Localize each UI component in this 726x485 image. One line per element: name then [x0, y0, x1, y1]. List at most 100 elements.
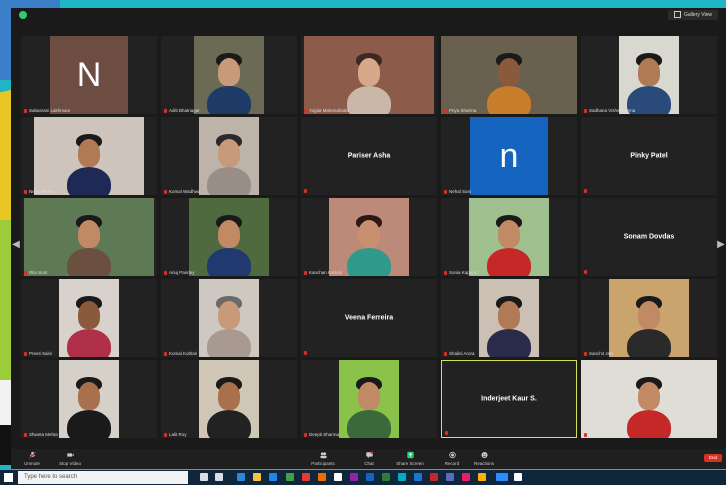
- muted-mic-icon: [584, 270, 587, 274]
- participant-tile[interactable]: Sonam Dovdas: [581, 198, 717, 276]
- participant-tile[interactable]: Komal Kothari: [161, 279, 297, 357]
- powerpoint-icon[interactable]: [318, 473, 326, 481]
- muted-mic-icon: [164, 270, 167, 275]
- participant-video: [194, 36, 264, 114]
- participant-name-label: Sonia Kapoor: [444, 270, 476, 275]
- taskbar-search-input[interactable]: Type here to search: [18, 471, 188, 484]
- task-view-icon[interactable]: [200, 473, 208, 481]
- record-button[interactable]: Record: [435, 451, 469, 466]
- security-shield-icon[interactable]: [19, 11, 27, 19]
- app-icon[interactable]: [398, 473, 406, 481]
- participant-video: [59, 279, 119, 357]
- app-icon[interactable]: [350, 473, 358, 481]
- participant-video: [199, 360, 259, 438]
- participant-name-text: Aditi Bhatnagar: [169, 108, 200, 113]
- share-screen-button[interactable]: Share Screen: [389, 451, 431, 466]
- teams-icon[interactable]: [446, 473, 454, 481]
- chat-button[interactable]: Chat: [352, 451, 386, 466]
- participant-tile[interactable]: Sanchit Jain: [581, 279, 717, 357]
- participant-tile[interactable]: n Nehal Soni: [441, 117, 577, 195]
- muted-mic-icon: [584, 432, 587, 437]
- participant-name-text: Neha Verma: [29, 189, 55, 194]
- muted-mic-icon: [584, 351, 587, 356]
- participant-name-text: Priya Sharma: [449, 108, 477, 113]
- participant-tile[interactable]: Komal Wadhwa: [161, 117, 297, 195]
- store-icon[interactable]: [269, 473, 277, 481]
- participant-name-label: Ritu Soni: [24, 270, 47, 275]
- participant-tile[interactable]: Pinky Patel: [581, 117, 717, 195]
- app-icon[interactable]: [514, 473, 522, 481]
- participant-video: [59, 360, 119, 438]
- participants-button[interactable]: Participants: [303, 451, 343, 466]
- participant-name-label: Nehal Soni: [444, 189, 471, 194]
- muted-mic-icon: [584, 189, 587, 193]
- app-icon[interactable]: [462, 473, 470, 481]
- participant-video: [24, 198, 154, 276]
- share-screen-icon: [406, 451, 414, 459]
- chat-icon: [365, 451, 373, 459]
- excel-icon[interactable]: [286, 473, 294, 481]
- zoom-app-icon[interactable]: [496, 473, 508, 481]
- muted-mic-icon: [24, 108, 27, 113]
- windows-start-icon[interactable]: [4, 473, 13, 482]
- video-camera-icon: [66, 453, 74, 457]
- unmute-button[interactable]: Unmute: [15, 451, 49, 466]
- participant-tile[interactable]: Inderjeet Kaur S.: [441, 360, 577, 438]
- end-meeting-button[interactable]: End: [704, 454, 722, 462]
- participant-name-text: Yogita Mahendiratta: [309, 108, 349, 113]
- participant-display-name: Pinky Patel: [630, 152, 668, 160]
- outlook-icon[interactable]: [414, 473, 422, 481]
- participant-tile[interactable]: Pariser Asha: [301, 117, 437, 195]
- participant-tile[interactable]: Yogita Mahendiratta: [301, 36, 437, 114]
- previous-page-arrow[interactable]: ◀: [12, 236, 20, 254]
- participant-name-text: Shalini Arora: [449, 351, 475, 356]
- participant-tile[interactable]: Sonia Kapoor: [441, 198, 577, 276]
- participant-video: [329, 198, 409, 276]
- muted-mic-icon: [304, 432, 307, 437]
- app-icon[interactable]: [302, 473, 310, 481]
- participant-tile[interactable]: Priya Sharma: [441, 36, 577, 114]
- participant-name-label: Neha Verma: [24, 189, 54, 194]
- participant-tile[interactable]: Neha Verma: [21, 117, 157, 195]
- participant-tile[interactable]: Veena Ferreira: [301, 279, 437, 357]
- edge-browser-icon[interactable]: [237, 473, 245, 481]
- muted-mic-icon: [444, 351, 447, 356]
- participant-name-text: Nehal Soni: [449, 189, 472, 194]
- participant-name-label: Shalini Arora: [444, 351, 475, 356]
- file-explorer-icon[interactable]: [253, 473, 261, 481]
- participant-name-text: Deepti Sharma: [309, 432, 340, 437]
- participant-tile[interactable]: Lalit Roy: [161, 360, 297, 438]
- participant-tile[interactable]: Anuj Pandey: [161, 198, 297, 276]
- gallery-view-button[interactable]: Gallery View: [668, 10, 718, 20]
- participant-tile[interactable]: Shweta Mehta: [21, 360, 157, 438]
- participant-name-label: Aditi Bhatnagar: [164, 108, 200, 113]
- participant-tile[interactable]: Shalini Arora: [441, 279, 577, 357]
- participant-tile[interactable]: Preeti Saini: [21, 279, 157, 357]
- participant-name-label: Komal Kothari: [164, 351, 197, 356]
- muted-mic-icon: [304, 270, 307, 275]
- reactions-icon: [480, 451, 488, 459]
- participant-tile[interactable]: Ritu Soni: [21, 198, 157, 276]
- muted-mic-icon: [444, 189, 447, 194]
- app-icon[interactable]: [382, 473, 390, 481]
- app-icon[interactable]: [334, 473, 342, 481]
- video-gallery-grid: N Sabasrani Lakhmani Aditi Bhatnagar Yogita…: [21, 36, 721, 446]
- participant-tile[interactable]: N Sabasrani Lakhmani: [21, 36, 157, 114]
- participant-video: [441, 36, 577, 114]
- participant-tile[interactable]: Aditi Bhatnagar: [161, 36, 297, 114]
- cortana-icon[interactable]: [215, 473, 223, 481]
- participant-name-label: Komal Wadhwa: [164, 189, 200, 194]
- app-icon[interactable]: [478, 473, 486, 481]
- stop-video-button[interactable]: Stop Video: [53, 451, 87, 466]
- participant-tile[interactable]: Kanchan Kumari: [301, 198, 437, 276]
- muted-mic-icon: [164, 108, 167, 113]
- app-icon[interactable]: [430, 473, 438, 481]
- participant-name-label: Sanchit Jain: [584, 351, 614, 356]
- word-icon[interactable]: [366, 473, 374, 481]
- reactions-button[interactable]: Reactions: [467, 451, 501, 466]
- participant-tile[interactable]: Sadhana Vishwakarma: [581, 36, 717, 114]
- participant-tile[interactable]: Vandana Singh: [581, 360, 717, 438]
- participant-tile[interactable]: Deepti Sharma: [301, 360, 437, 438]
- participant-name-text: Sabasrani Lakhmani: [29, 108, 71, 113]
- muted-mic-icon: [24, 189, 27, 194]
